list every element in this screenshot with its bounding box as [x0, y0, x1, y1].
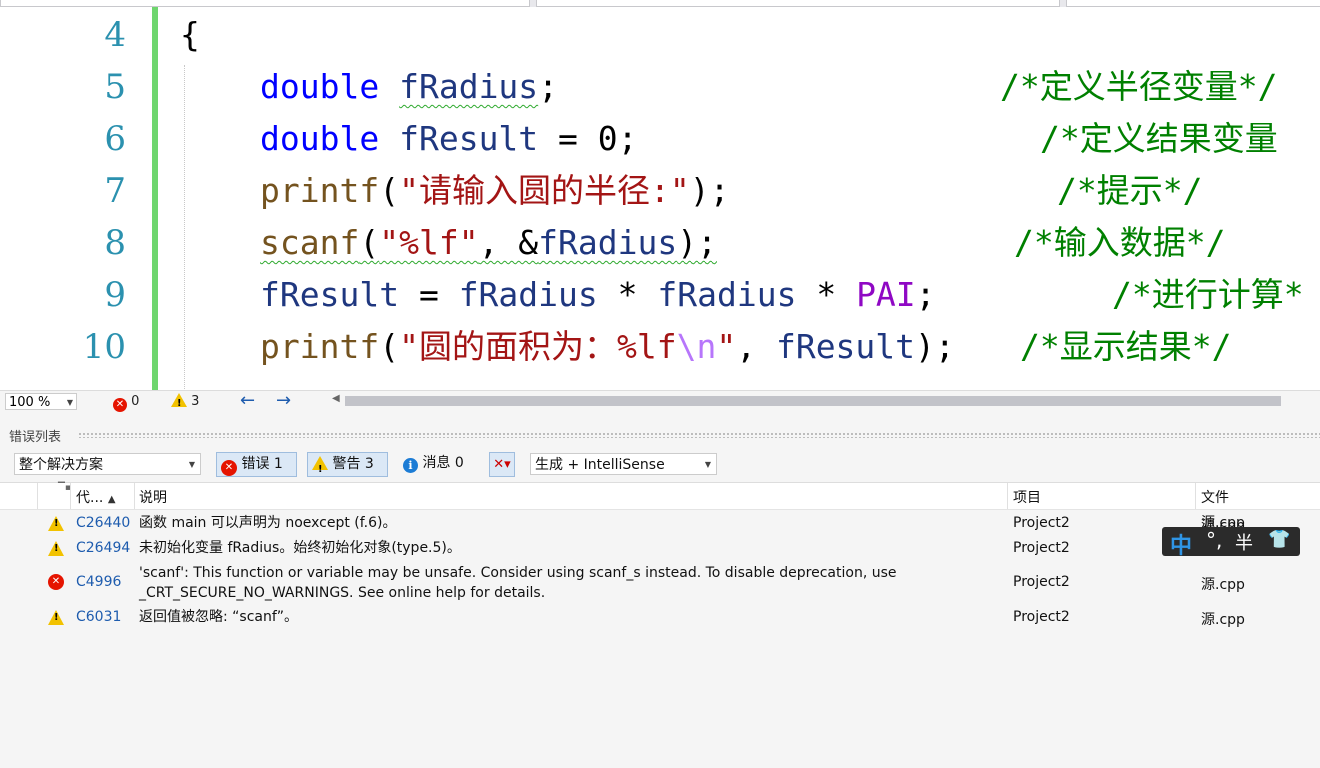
scroll-left-icon[interactable]: ◀ — [332, 393, 340, 404]
warning-icon — [171, 393, 187, 413]
errors-filter-button[interactable]: ✕ 错误 1 — [216, 452, 297, 477]
column-header-file[interactable]: 文件 — [1201, 487, 1229, 507]
error-code-link[interactable]: C6031 — [76, 609, 121, 625]
error-file: 源.cpp — [1201, 612, 1245, 628]
column-header-code[interactable]: 代... ▲ — [76, 487, 116, 507]
scope-dropdown[interactable] — [536, 0, 1060, 7]
code-line-9[interactable]: fResult = fRadius * fRadius * PAI; — [260, 269, 936, 321]
error-project: Project2 — [1013, 609, 1070, 625]
sort-up-icon: ▲ — [107, 494, 116, 505]
grid-header: ▔▪ 代... ▲ 说明 项目 文件 — [0, 483, 1320, 510]
ime-punctuation-toggle[interactable]: °, — [1206, 528, 1222, 552]
warning-icon — [48, 610, 64, 625]
editor-status-bar: 100 %▼ ✕ 0 3 ← → ◀ — [0, 390, 1320, 413]
line-number: 10 — [82, 327, 126, 367]
line-number: 7 — [104, 171, 126, 211]
code-line-7[interactable]: printf("请输入圆的半径:"); — [260, 165, 729, 217]
info-icon: i — [403, 458, 418, 473]
error-code-link[interactable]: C26494 — [76, 540, 130, 556]
drag-grip[interactable] — [78, 432, 1320, 438]
error-count-indicator[interactable]: ✕ 0 — [113, 393, 139, 412]
indent-guide — [184, 65, 185, 390]
line-number: 9 — [104, 275, 126, 315]
chevron-down-icon: ▼ — [66, 398, 73, 407]
warnings-filter-button[interactable]: 警告 3 — [307, 452, 388, 481]
document-tab-strip — [0, 0, 1320, 7]
panel-title-bar[interactable]: 错误列表 — [0, 422, 1320, 448]
change-tracking-bar — [152, 7, 158, 390]
ime-toolbar[interactable]: 中 °, 半 👕 — [1162, 527, 1300, 559]
line-number: 6 — [104, 119, 126, 159]
error-icon: ✕ — [221, 460, 237, 476]
filter-icon: ✕▾ — [493, 457, 511, 472]
error-project: Project2 — [1013, 540, 1070, 556]
error-description: 函数 main 可以声明为 noexcept (f.6)。 — [139, 515, 397, 531]
warning-icon — [48, 516, 64, 531]
code-editor[interactable]: 4 5 6 7 8 9 10 { double fRadius; /*定义半径变… — [0, 7, 1320, 390]
error-icon: ✕ — [113, 398, 127, 412]
line-number: 8 — [104, 223, 126, 263]
chevron-down-icon: ▼ — [704, 460, 711, 469]
ime-language-toggle[interactable]: 中 — [1170, 528, 1192, 560]
code-comment: /*进行计算* — [1112, 275, 1304, 314]
table-row[interactable]: C26494 未初始化变量 fRadius。始终初始化对象(type.5)。 P… — [0, 538, 1320, 562]
code-comment: /*显示结果*/ — [1020, 327, 1232, 366]
file-dropdown[interactable] — [0, 0, 530, 7]
build-source-select[interactable]: 生成 + IntelliSense ▼ — [530, 453, 717, 475]
error-code-link[interactable]: C4996 — [76, 574, 121, 590]
code-line-5[interactable]: double fRadius; — [260, 61, 558, 113]
chevron-down-icon: ▼ — [188, 460, 195, 469]
error-list-panel: 错误列表 整个解决方案▼ ✕ 错误 1 警告 3 i 消息 0 ✕▾ 生成 + … — [0, 412, 1320, 768]
code-line-10[interactable]: printf("圆的面积为：%lf\n", fResult); — [260, 321, 955, 373]
error-project: Project2 — [1013, 574, 1070, 590]
error-file: 源.cpp — [1201, 577, 1245, 593]
code-comment: /*输入数据*/ — [1014, 223, 1226, 262]
table-row[interactable]: C6031 返回值被忽略: “scanf”。 Project2 源.cpp — [0, 607, 1320, 631]
messages-filter-button[interactable]: i 消息 0 — [403, 452, 464, 477]
arrow-right-icon[interactable]: → — [276, 391, 291, 411]
arrow-left-icon[interactable]: ← — [240, 391, 255, 411]
code-comment: /*定义结果变量 — [1040, 119, 1278, 158]
error-project: Project2 — [1013, 515, 1070, 531]
error-description: 未初始化变量 fRadius。始终初始化对象(type.5)。 — [139, 540, 461, 556]
code-line-8[interactable]: scanf("%lf", &fRadius); — [260, 217, 717, 269]
table-row[interactable]: ✕ C4996 'scanf': This function or variab… — [0, 563, 1320, 605]
warning-icon — [312, 456, 328, 481]
error-description: 返回值被忽略: “scanf”。 — [139, 609, 299, 625]
error-description: 'scanf': This function or variable may b… — [139, 565, 897, 601]
column-header-project[interactable]: 项目 — [1013, 487, 1041, 507]
error-list-toolbar: 整个解决方案▼ ✕ 错误 1 警告 3 i 消息 0 ✕▾ 生成 + Intel… — [0, 450, 1320, 481]
ime-width-toggle[interactable]: 半 — [1235, 529, 1253, 555]
line-number: 4 — [104, 15, 126, 55]
error-list-grid: ▔▪ 代... ▲ 说明 项目 文件 C26440 函数 main 可以声明为 … — [0, 482, 1320, 768]
zoom-dropdown[interactable]: 100 % ▼ — [5, 393, 77, 410]
code-comment: /*提示*/ — [1057, 171, 1203, 210]
scope-select[interactable]: 整个解决方案 ▼ — [14, 453, 201, 475]
column-header-description[interactable]: 说明 — [139, 487, 167, 507]
panel-title: 错误列表 — [9, 426, 68, 445]
code-line-6[interactable]: double fResult = 0; — [260, 113, 638, 165]
horizontal-scrollbar[interactable] — [345, 396, 1281, 406]
warning-icon — [48, 541, 64, 556]
member-dropdown[interactable] — [1066, 0, 1320, 7]
filter-clear-button[interactable]: ✕▾ — [489, 452, 515, 477]
error-code-link[interactable]: C26440 — [76, 515, 130, 531]
warning-count-indicator[interactable]: 3 — [171, 393, 199, 413]
code-line-4[interactable]: { — [180, 9, 200, 61]
shirt-icon[interactable]: 👕 — [1268, 529, 1290, 550]
table-row[interactable]: C26440 函数 main 可以声明为 noexcept (f.6)。 Pro… — [0, 513, 1320, 537]
line-number: 5 — [104, 67, 126, 107]
code-comment: /*定义半径变量*/ — [1000, 67, 1278, 106]
error-icon: ✕ — [48, 574, 64, 590]
